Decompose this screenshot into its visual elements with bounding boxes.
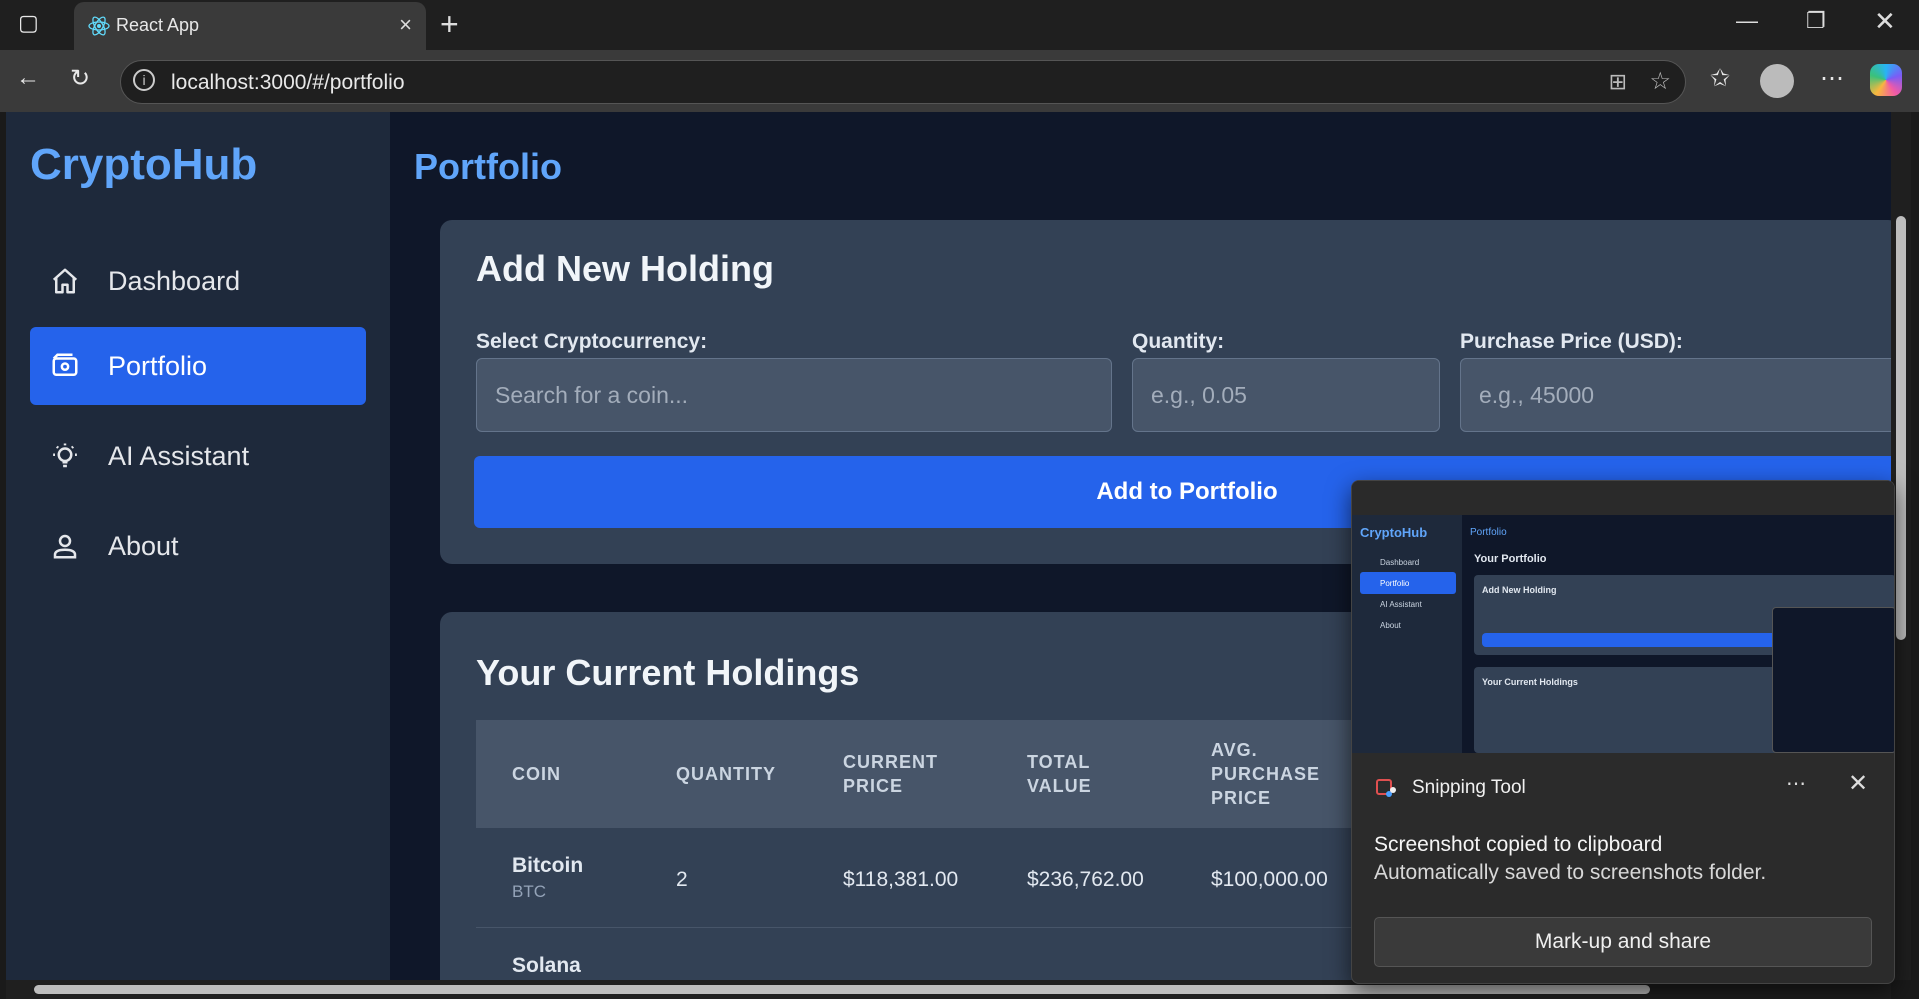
vertical-scrollbar-thumb[interactable] — [1896, 216, 1906, 640]
notification-app-name: Snipping Tool — [1412, 777, 1526, 798]
purchase-price-label: Purchase Price (USD): — [1460, 330, 1683, 353]
page-title: Portfolio — [414, 146, 562, 187]
browser-tab[interactable]: React App × — [74, 2, 426, 50]
profile-avatar[interactable] — [1760, 64, 1794, 98]
notification-close-icon[interactable]: ✕ — [1848, 769, 1868, 798]
preview-nested-screenshot — [1772, 607, 1894, 753]
holdings-title: Your Current Holdings — [476, 652, 860, 693]
tab-title: React App — [116, 15, 200, 35]
add-holding-title: Add New Holding — [476, 248, 774, 289]
column-header-current-price: CURRENT PRICE — [843, 752, 938, 796]
new-tab-icon[interactable]: + — [440, 6, 459, 43]
preview-add-card-title: Add New Holding — [1482, 585, 1557, 595]
favorite-star-icon[interactable]: ☆ — [1649, 67, 1671, 96]
column-header-quantity: QUANTITY — [676, 764, 776, 784]
apps-icon[interactable]: ⊞ — [1609, 69, 1627, 95]
total-value: $236,762.00 — [1027, 868, 1144, 891]
sidebar-item-label: Portfolio — [108, 351, 208, 381]
address-bar[interactable]: i localhost:3000/#/portfolio ⊞ ☆ — [120, 60, 1686, 104]
avg-purchase-price: $100,000.00 — [1211, 868, 1328, 891]
home-icon — [52, 268, 78, 294]
notification-message: Automatically saved to screenshots folde… — [1374, 861, 1767, 884]
notification-title: Screenshot copied to clipboard — [1374, 833, 1663, 856]
snipping-tool-icon — [1376, 779, 1396, 797]
sidebar-item-dashboard[interactable]: Dashboard — [30, 242, 366, 320]
coin-label: Select Cryptocurrency: — [476, 330, 708, 353]
current-price: $118,381.00 — [843, 868, 959, 891]
sidebar: CryptoHub Dashboard Portfolio AI Assista… — [6, 112, 390, 980]
snipping-tool-notification[interactable]: CryptoHub Dashboard Portfolio AI Assista… — [1351, 480, 1895, 984]
purchase-price-input[interactable] — [1460, 358, 1891, 432]
coin-search-input[interactable] — [476, 358, 1112, 432]
sidebar-item-ai-assistant[interactable]: AI Assistant — [30, 417, 366, 495]
browser-tabbar: ▢ React App × + — ❐ ✕ — [0, 0, 1919, 50]
more-menu-icon[interactable]: ⋯ — [1820, 64, 1844, 93]
preview-page-title: Portfolio — [1470, 527, 1507, 538]
preview-holdings-title: Your Current Holdings — [1482, 677, 1578, 687]
column-header-avg-purchase-price: AVG. PURCHASE PRICE — [1211, 740, 1321, 808]
preview-brand: CryptoHub — [1360, 525, 1428, 540]
back-icon[interactable]: ← — [16, 64, 40, 92]
favorites-icon[interactable]: ✩ — [1710, 64, 1730, 93]
preview-nav-ai-assistant: AI Assistant — [1380, 600, 1422, 609]
site-info-icon[interactable]: i — [133, 69, 155, 91]
reload-icon[interactable]: ↻ — [70, 64, 90, 93]
screenshot-preview[interactable]: CryptoHub Dashboard Portfolio AI Assista… — [1352, 481, 1894, 753]
sidebar-item-portfolio[interactable]: Portfolio — [30, 327, 366, 405]
preview-nav-dashboard: Dashboard — [1380, 558, 1420, 567]
column-header-coin: COIN — [512, 764, 561, 784]
coin-name: Solana — [512, 954, 581, 977]
wallet-icon — [52, 353, 78, 376]
sidebar-item-label: About — [108, 531, 179, 561]
coin-name: Bitcoin — [512, 854, 584, 877]
preview-nav-about: About — [1380, 621, 1401, 630]
column-header-total-value: TOTAL VALUE — [1027, 752, 1092, 796]
lightbulb-icon — [53, 443, 77, 468]
holding-quantity: 2 — [676, 868, 688, 891]
user-icon — [53, 534, 77, 559]
close-tab-icon[interactable]: × — [399, 12, 412, 38]
restore-icon[interactable]: ❐ — [1806, 8, 1826, 34]
react-icon — [88, 16, 110, 36]
horizontal-scrollbar-thumb[interactable] — [34, 985, 1650, 994]
sidebar-item-label: Dashboard — [108, 266, 241, 296]
close-window-icon[interactable]: ✕ — [1874, 6, 1896, 37]
notification-more-icon[interactable]: ⋯ — [1786, 771, 1807, 796]
url-text[interactable]: localhost:3000/#/portfolio — [171, 71, 405, 95]
sidebar-item-label: AI Assistant — [108, 441, 250, 471]
brand-logo[interactable]: CryptoHub — [30, 140, 257, 190]
preview-heading: Your Portfolio — [1474, 553, 1547, 565]
sidebar-item-about[interactable]: About — [30, 507, 366, 585]
sidebar-toggle-icon[interactable]: ▢ — [18, 10, 39, 36]
quantity-input[interactable] — [1132, 358, 1440, 432]
quantity-label: Quantity: — [1132, 330, 1225, 353]
markup-and-share-button[interactable]: Mark-up and share — [1374, 917, 1872, 967]
preview-nav-portfolio: Portfolio — [1360, 572, 1456, 594]
minimize-icon[interactable]: — — [1736, 8, 1758, 34]
copilot-icon[interactable] — [1870, 64, 1902, 96]
browser-toolbar: ← ↻ i localhost:3000/#/portfolio ⊞ ☆ ✩ ⋯ — [0, 50, 1919, 112]
preview-browser-chrome — [1352, 481, 1894, 515]
coin-symbol: BTC — [512, 882, 546, 901]
